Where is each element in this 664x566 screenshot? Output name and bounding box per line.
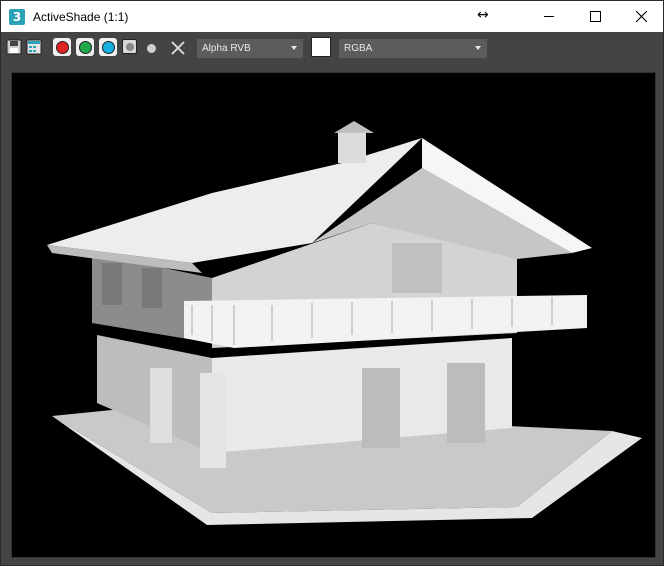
app-icon: 3 [9,8,25,25]
blue-dot-icon [101,40,115,54]
save-image-button[interactable] [6,39,22,57]
clone-window-button[interactable] [26,39,42,57]
monochrome-icon [125,42,134,51]
render-viewport[interactable] [11,72,656,558]
red-dot-icon [55,40,69,54]
render-toolbar: Alpha RVB RGBA [1,34,663,61]
alpha-channel-toggle[interactable] [147,44,156,53]
display-mode-value: RGBA [344,43,373,54]
maximize-button[interactable] [572,1,618,32]
background-color-swatch[interactable] [311,37,331,57]
save-icon [6,39,22,55]
chevron-down-icon [291,46,297,50]
minimize-icon [544,16,554,17]
chevron-down-icon [475,46,481,50]
clone-window-icon [26,39,42,55]
channel-dropdown-value: Alpha RVB [202,43,251,54]
red-channel-toggle[interactable] [53,38,71,56]
activeshade-window: 3 ActiveShade (1:1) ↔ Alpha RVB RGBA [0,0,664,566]
green-dot-icon [78,40,92,54]
clear-icon [171,41,185,55]
clear-button[interactable] [171,41,185,55]
close-button[interactable] [618,1,664,32]
blue-channel-toggle[interactable] [99,38,117,56]
resize-icon: ↔ [477,7,489,23]
display-mode-dropdown[interactable]: RGBA [339,39,487,58]
channel-dropdown[interactable]: Alpha RVB [197,39,303,58]
monochrome-toggle[interactable] [122,39,137,54]
green-channel-toggle[interactable] [76,38,94,56]
maximize-icon [589,11,601,22]
close-icon [635,11,647,22]
minimize-button[interactable] [526,1,572,32]
title-bar: 3 ActiveShade (1:1) ↔ [1,1,663,32]
rendered-house-icon [47,121,642,525]
window-title: ActiveShade (1:1) [33,9,129,24]
